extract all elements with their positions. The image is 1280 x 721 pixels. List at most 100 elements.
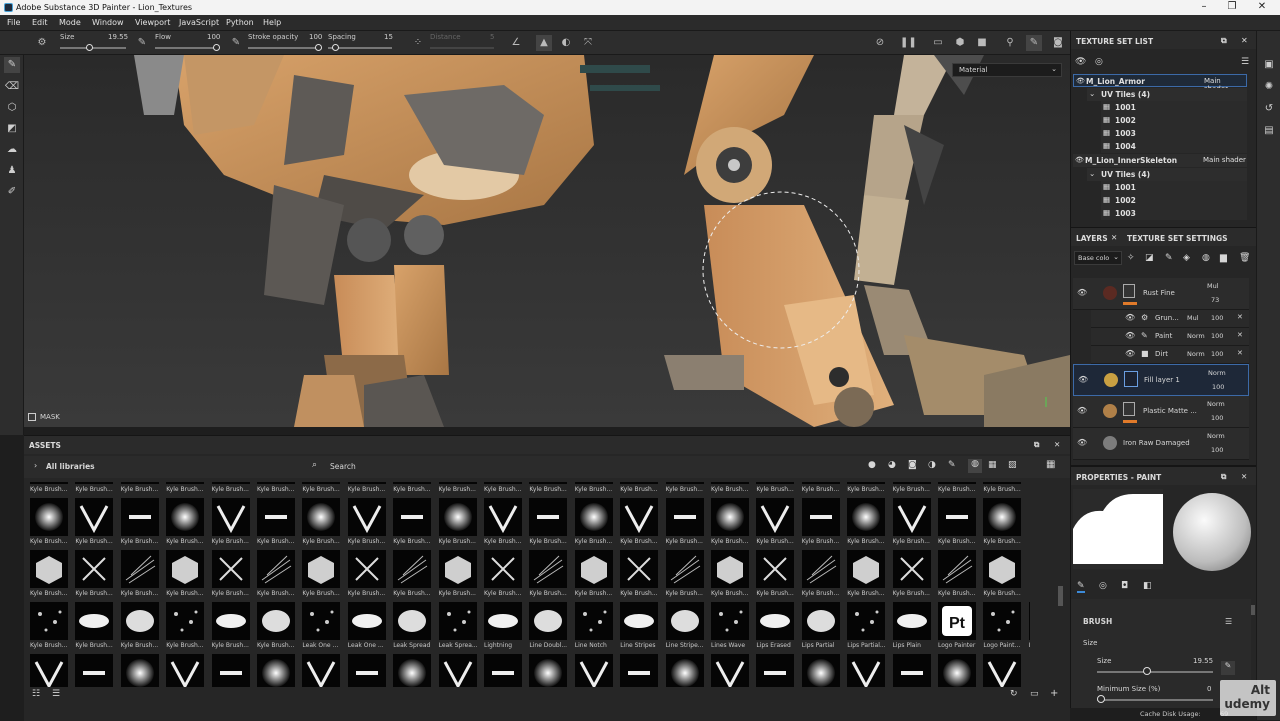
min-size-value[interactable]: 0 xyxy=(1207,685,1211,693)
alpha-tab-icon[interactable]: ◎ xyxy=(1099,581,1107,591)
uv-tile-row[interactable]: ▦ 1002 xyxy=(1101,194,1247,207)
uv-tile-row[interactable]: ▦ 1001 xyxy=(1101,101,1247,114)
layer-name[interactable]: Iron Raw Damaged xyxy=(1123,439,1190,447)
layer-row[interactable]: 👁 Rust Fine Mul 73 xyxy=(1073,278,1249,310)
eye-icon[interactable]: 👁 xyxy=(1076,77,1085,85)
symmetry-icon[interactable]: ▲ xyxy=(536,35,552,51)
layer-opacity[interactable]: 100 xyxy=(1211,414,1223,422)
asset-tile[interactable]: Kyle Brush... xyxy=(665,482,706,498)
layer-row[interactable]: 👁 Iron Raw Damaged Norm 100 xyxy=(1073,428,1249,460)
channel-select[interactable]: Material ⌄ xyxy=(952,63,1062,77)
add-paint-layer-icon[interactable]: ✎ xyxy=(1165,253,1173,263)
screenshot-icon[interactable]: ◙ xyxy=(1050,35,1066,51)
undock-icon[interactable]: ⧉ xyxy=(1221,472,1226,482)
asset-tile[interactable]: Kyle Brush... xyxy=(211,602,252,654)
asset-tile[interactable]: Logo Subs... xyxy=(1028,602,1030,654)
texture-set-icon[interactable]: ▣ xyxy=(1261,57,1277,73)
filter-brushes-icon[interactable]: ✎ xyxy=(948,460,956,470)
menu-help[interactable]: Help xyxy=(263,18,281,27)
effect-row[interactable]: 👁 ✎ Paint Norm 100 ✕ xyxy=(1091,328,1249,346)
add-mask-icon[interactable]: ◪ xyxy=(1145,253,1154,263)
filter-textures-icon[interactable]: ▦ xyxy=(988,460,997,470)
asset-tile[interactable]: Kyle Brush... xyxy=(938,498,978,550)
asset-tile[interactable]: Line Doubl... xyxy=(529,602,569,654)
asset-tile[interactable]: Kyle Brush... xyxy=(211,550,252,602)
eye-icon[interactable]: 👁 xyxy=(1077,406,1087,415)
asset-tile[interactable]: Kyle Brush... xyxy=(665,550,706,602)
asset-tile[interactable]: Kyle Brush... xyxy=(756,482,796,498)
menu-file[interactable]: File xyxy=(7,18,20,27)
asset-tile[interactable]: Kyle Brush... xyxy=(257,550,297,602)
add-icon[interactable]: + xyxy=(1050,688,1058,699)
asset-tile[interactable]: Kyle Brush... xyxy=(801,482,842,498)
uv-tile-row[interactable]: ▦ 1001 xyxy=(1101,181,1247,194)
eye-icon[interactable]: 👁 xyxy=(1125,313,1135,322)
add-smart-material-icon[interactable]: ◍ xyxy=(1202,253,1210,263)
symmetry-options-icon[interactable]: ◐ xyxy=(558,35,574,51)
asset-tile[interactable]: Kyle Brush... xyxy=(711,498,751,550)
minimize-icon[interactable]: – xyxy=(1194,1,1214,12)
brush-menu-icon[interactable]: ☰ xyxy=(1225,617,1232,626)
asset-tile[interactable]: Kyle Brush... xyxy=(302,498,342,550)
remove-effect-icon[interactable]: ✕ xyxy=(1237,331,1243,339)
asset-tile[interactable]: Kyle Brush... xyxy=(211,482,252,498)
asset-tile[interactable]: Kyle Brush... xyxy=(620,550,660,602)
mask-toggle[interactable]: MASK xyxy=(26,411,86,425)
asset-tile[interactable]: Leak One ... xyxy=(347,602,388,654)
close-panel-icon[interactable]: ✕ xyxy=(1241,36,1248,45)
blend-mode[interactable]: Mul xyxy=(1187,314,1199,322)
asset-tile[interactable]: Kyle Brush... xyxy=(484,482,524,498)
asset-tile[interactable]: Kyle Brush... xyxy=(711,550,751,602)
asset-tile[interactable]: Kyle Brush... xyxy=(711,482,751,498)
visibility-icon[interactable]: 👁 xyxy=(1075,57,1086,67)
blend-mode[interactable]: Norm xyxy=(1207,432,1225,440)
filter-masks-icon[interactable]: ◙ xyxy=(908,460,917,470)
eye-icon[interactable]: 👁 xyxy=(1078,375,1088,384)
channel-dropdown[interactable]: Base colo ⌄ xyxy=(1074,251,1122,265)
uv-tile-row[interactable]: ▦ 1004 xyxy=(1101,140,1247,153)
effect-opacity[interactable]: 100 xyxy=(1211,350,1223,358)
asset-tile[interactable]: Kyle Brush... xyxy=(75,498,115,550)
view-2d-icon[interactable]: ▭ xyxy=(930,35,946,51)
3d-viewport[interactable]: Material ⌄ MASK xyxy=(24,55,1070,427)
size-value[interactable]: 19.55 xyxy=(1193,657,1213,665)
color-picker-icon[interactable]: ✐ xyxy=(4,184,20,200)
asset-tile[interactable]: Kyle Brush... xyxy=(120,482,161,498)
chevron-down-icon[interactable]: ⌄ xyxy=(1089,169,1095,178)
size-slider[interactable] xyxy=(1097,671,1213,673)
brush-tab-icon[interactable]: ✎ xyxy=(1077,581,1085,593)
effect-row[interactable]: 👁 ■ Dirt Norm 100 ✕ xyxy=(1091,346,1249,364)
asset-tile[interactable]: Kyle Brush... xyxy=(166,498,206,550)
effect-opacity[interactable]: 100 xyxy=(1211,332,1223,340)
asset-tile[interactable]: Kyle Brush... xyxy=(302,482,342,498)
geometry-fill-icon[interactable]: ◩ xyxy=(4,121,20,137)
asset-tile[interactable]: Kyle Brush... xyxy=(347,550,388,602)
asset-tile[interactable]: Kyle Brush... xyxy=(257,498,297,550)
asset-tile[interactable]: Kyle Brush... xyxy=(847,550,887,602)
asset-tile[interactable]: Line Stripe... xyxy=(665,602,706,654)
stencil-tab-icon[interactable]: ◘ xyxy=(1121,581,1128,591)
asset-tile[interactable]: Kyle Brush... xyxy=(620,482,660,498)
layer-name[interactable]: Plastic Matte ... xyxy=(1143,407,1197,415)
list-icon[interactable]: ☰ xyxy=(52,689,60,699)
asset-tile[interactable]: Kyle Brush... xyxy=(574,550,615,602)
asset-tile[interactable]: Kyle Brush... xyxy=(302,550,342,602)
effect-opacity[interactable]: 100 xyxy=(1211,314,1223,322)
blend-mode[interactable]: Norm xyxy=(1187,350,1205,358)
symmetry-angle-icon[interactable]: ∠ xyxy=(508,35,524,51)
asset-tile[interactable]: Kyle Brush... xyxy=(211,498,252,550)
filter-environments-icon[interactable]: ▨ xyxy=(1008,460,1017,470)
layer-opacity[interactable]: 73 xyxy=(1211,296,1219,304)
delete-layer-icon[interactable]: 🗑 xyxy=(1239,253,1250,263)
asset-tile[interactable]: Kyle Brush... xyxy=(30,498,70,550)
asset-tile[interactable]: Leak One ... xyxy=(302,602,342,654)
menu-mode[interactable]: Mode xyxy=(59,18,81,27)
layer-name[interactable]: Rust Fine xyxy=(1143,289,1175,297)
asset-tile[interactable]: Lines Wave xyxy=(711,602,751,654)
size-slider-handle[interactable] xyxy=(86,44,93,51)
blend-mode[interactable]: Norm xyxy=(1187,332,1205,340)
chevron-right-icon[interactable]: › xyxy=(34,461,37,470)
asset-tile[interactable]: Kyle Brush... xyxy=(257,602,297,654)
projection-icon[interactable]: ⬡ xyxy=(4,100,20,116)
hide-icon[interactable]: ⊘ xyxy=(872,35,888,51)
